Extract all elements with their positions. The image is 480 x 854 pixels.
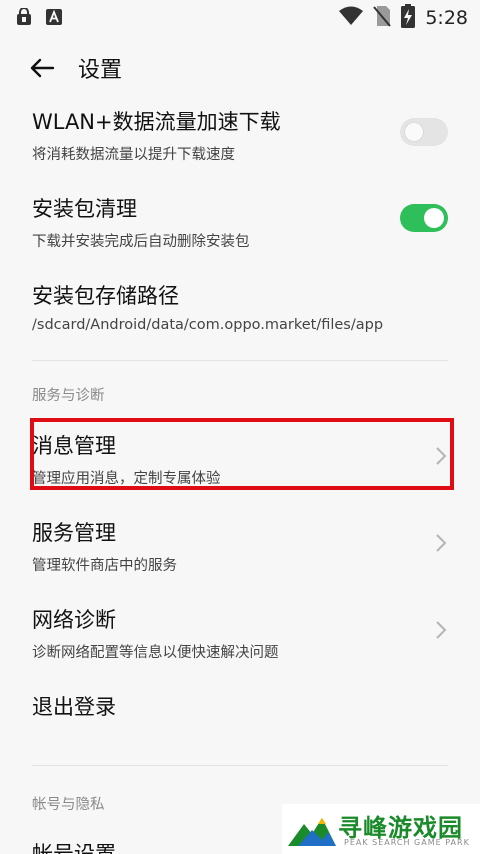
page-title: 设置 bbox=[78, 58, 123, 83]
toggle-knob bbox=[404, 122, 424, 142]
back-arrow-icon bbox=[30, 58, 55, 78]
no-sim-icon bbox=[373, 5, 392, 31]
setting-title: 退出登录 bbox=[32, 695, 116, 719]
setting-title: 安装包清理 bbox=[32, 197, 137, 221]
wlan-data-accelerate-setting[interactable]: WLAN+数据流量加速下载 将消耗数据流量以提升下载速度 bbox=[0, 106, 480, 166]
wlan-data-toggle[interactable] bbox=[400, 118, 448, 146]
wifi-icon bbox=[339, 6, 364, 30]
status-bar: 5:28 bbox=[0, 0, 480, 34]
clock-time: 5:28 bbox=[425, 7, 468, 29]
package-cleanup-setting[interactable]: 安装包清理 下载并安装完成后自动删除安装包 bbox=[0, 193, 480, 253]
setting-subtitle: 将消耗数据流量以提升下载速度 bbox=[32, 147, 235, 163]
highlight-annotation bbox=[30, 418, 454, 490]
section-divider bbox=[32, 765, 448, 766]
back-button[interactable] bbox=[22, 50, 62, 86]
setting-title: 服务管理 bbox=[32, 521, 116, 545]
watermark-logo: 寻峰游戏园 PEAK SEARCH GAME PARK bbox=[282, 804, 480, 854]
setting-subtitle: /sdcard/Android/data/com.oppo.market/fil… bbox=[32, 317, 384, 333]
chevron-right-icon bbox=[436, 621, 447, 639]
package-cleanup-toggle[interactable] bbox=[400, 204, 448, 232]
chevron-right-icon bbox=[436, 534, 447, 552]
battery-charging-icon bbox=[401, 4, 416, 32]
section-header-service: 服务与诊断 bbox=[32, 388, 105, 404]
logout-item[interactable]: 退出登录 bbox=[0, 691, 480, 731]
app-header: 设置 bbox=[0, 40, 480, 96]
setting-title: WLAN+数据流量加速下载 bbox=[32, 110, 281, 134]
app-a-icon bbox=[46, 9, 62, 29]
service-management-item[interactable]: 服务管理 管理软件商店中的服务 bbox=[0, 517, 480, 577]
watermark-subtitle: PEAK SEARCH GAME PARK bbox=[344, 838, 470, 847]
section-divider bbox=[32, 360, 448, 361]
package-storage-path-setting[interactable]: 安装包存储路径 /sdcard/Android/data/com.oppo.ma… bbox=[0, 280, 480, 340]
setting-subtitle: 管理软件商店中的服务 bbox=[32, 558, 177, 574]
section-header-account: 帐号与隐私 bbox=[32, 797, 105, 813]
lock-app-icon bbox=[16, 7, 32, 30]
mountain-logo-icon bbox=[288, 818, 336, 846]
setting-subtitle: 下载并安装完成后自动删除安装包 bbox=[32, 234, 250, 250]
setting-title: 安装包存储路径 bbox=[32, 284, 179, 308]
network-diagnosis-item[interactable]: 网络诊断 诊断网络配置等信息以便快速解决问题 bbox=[0, 604, 480, 664]
setting-title: 网络诊断 bbox=[32, 608, 116, 632]
setting-subtitle: 诊断网络配置等信息以便快速解决问题 bbox=[32, 645, 279, 661]
setting-title: 帐号设置 bbox=[32, 842, 116, 854]
toggle-knob bbox=[424, 208, 444, 228]
